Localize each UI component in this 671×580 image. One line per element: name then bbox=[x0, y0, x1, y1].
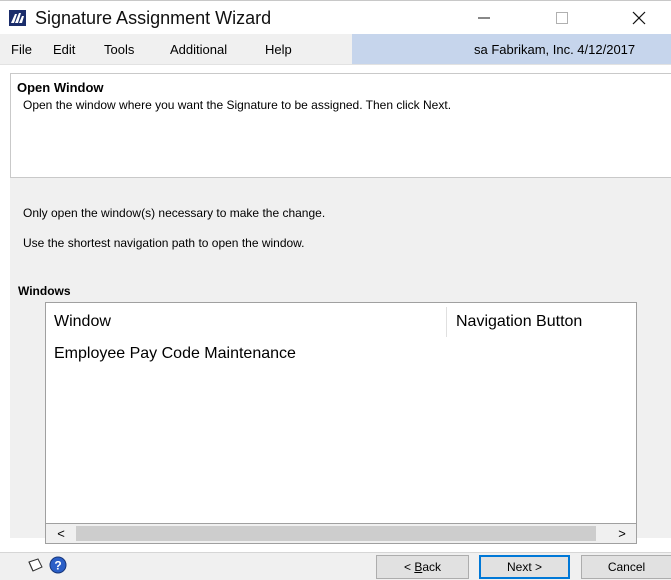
scroll-thumb[interactable] bbox=[76, 526, 596, 541]
step-title: Open Window bbox=[17, 80, 104, 95]
cancel-button[interactable]: Cancel bbox=[581, 555, 671, 579]
back-button[interactable]: < Back bbox=[376, 555, 469, 579]
user-info-panel: sa Fabrikam, Inc. 4/12/2017 bbox=[352, 34, 671, 64]
svg-text:?: ? bbox=[54, 559, 61, 573]
scroll-left-button[interactable]: < bbox=[46, 524, 76, 543]
menu-help[interactable]: Help bbox=[265, 42, 292, 57]
title-bar: Signature Assignment Wizard bbox=[0, 0, 671, 34]
menu-bar: File Edit Tools Additional Help sa Fabri… bbox=[0, 34, 671, 65]
column-divider[interactable] bbox=[446, 307, 447, 337]
instruction-text: Only open the window(s) necessary to mak… bbox=[23, 206, 326, 220]
step-description: Open the window where you want the Signa… bbox=[23, 98, 452, 112]
note-icon[interactable] bbox=[27, 558, 44, 573]
column-header-window[interactable]: Window bbox=[54, 313, 111, 331]
close-button[interactable] bbox=[616, 1, 662, 35]
column-header-navigation-button[interactable]: Navigation Button bbox=[456, 313, 582, 331]
menu-additional[interactable]: Additional bbox=[170, 42, 227, 57]
scroll-right-button[interactable]: > bbox=[607, 524, 637, 543]
window-title: Signature Assignment Wizard bbox=[35, 8, 272, 28]
next-button-label: Next > bbox=[506, 560, 542, 574]
windows-listbox[interactable]: Window Navigation Button Employee Pay Co… bbox=[45, 302, 637, 524]
maximize-button[interactable] bbox=[539, 1, 585, 35]
back-button-accel: B bbox=[414, 560, 423, 574]
maximize-icon bbox=[556, 12, 568, 24]
instruction-text: Use the shortest navigation path to open… bbox=[23, 236, 305, 250]
cancel-button-label: Cancel bbox=[607, 560, 646, 574]
windows-label: Windows bbox=[18, 284, 71, 298]
back-button-prefix: < bbox=[403, 560, 415, 574]
dynamics-logo-icon bbox=[9, 10, 26, 26]
minimize-button[interactable] bbox=[461, 1, 507, 35]
bottom-bar bbox=[0, 552, 671, 580]
next-button[interactable]: Next > bbox=[479, 555, 570, 579]
user-company-date: sa Fabrikam, Inc. 4/12/2017 bbox=[474, 42, 636, 57]
horizontal-scrollbar[interactable]: < > bbox=[45, 524, 637, 544]
menu-file[interactable]: File bbox=[11, 42, 32, 57]
menu-tools[interactable]: Tools bbox=[104, 42, 134, 57]
chevron-left-icon: < bbox=[57, 526, 65, 541]
minimize-icon bbox=[478, 17, 490, 19]
menu-edit[interactable]: Edit bbox=[53, 42, 75, 57]
back-button-rest: ack bbox=[422, 560, 442, 574]
wizard-header bbox=[10, 73, 671, 178]
help-icon[interactable]: ? bbox=[49, 556, 67, 574]
list-item[interactable]: Employee Pay Code Maintenance bbox=[54, 345, 296, 363]
close-icon bbox=[632, 11, 646, 25]
chevron-right-icon: > bbox=[618, 526, 626, 541]
